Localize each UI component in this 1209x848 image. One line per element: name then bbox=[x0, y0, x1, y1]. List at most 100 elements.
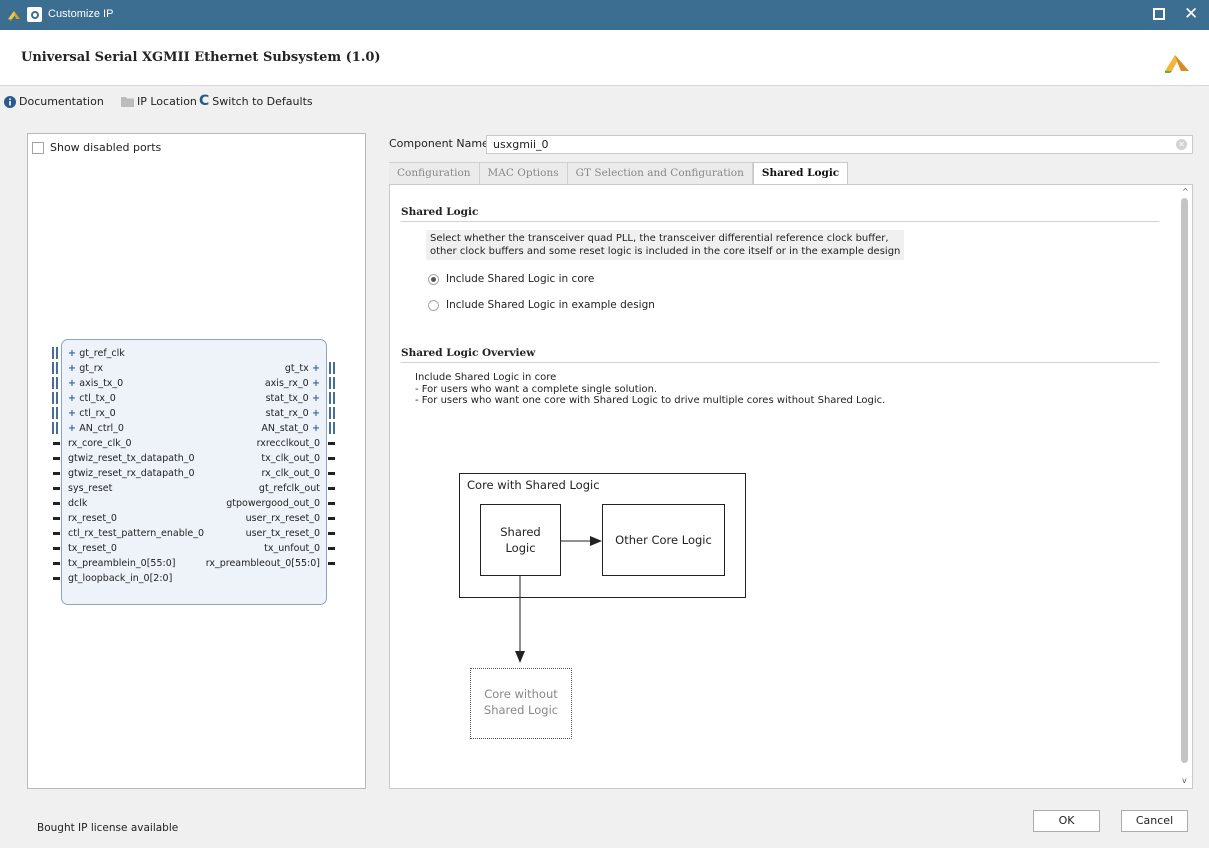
switch-defaults-label: Switch to Defaults bbox=[212, 95, 313, 108]
checkbox-box[interactable] bbox=[32, 141, 44, 154]
port-right[interactable]: rxrecclkout_0 bbox=[257, 438, 320, 450]
core-without-shared-logic-box: Core without Shared Logic bbox=[470, 668, 572, 739]
vivado-logo-icon bbox=[1165, 55, 1189, 73]
bus-pin bbox=[329, 422, 335, 434]
pin bbox=[53, 472, 60, 475]
bus-pin bbox=[329, 407, 335, 419]
port-left[interactable]: rx_core_clk_0 bbox=[68, 438, 132, 450]
bus-pin bbox=[52, 347, 58, 359]
dialog-header: Universal Serial XGMII Ethernet Subsyste… bbox=[0, 30, 1209, 86]
pin bbox=[53, 577, 60, 580]
port-left[interactable]: + axis_tx_0 bbox=[68, 378, 123, 390]
ip-location-label: IP Location bbox=[137, 95, 197, 108]
pin bbox=[53, 532, 60, 535]
tab-mac-options[interactable]: MAC Options bbox=[479, 162, 568, 184]
toolbar: Documentation IP Location C Switch to De… bbox=[0, 87, 1209, 117]
port-right[interactable]: gt_tx + bbox=[285, 363, 320, 375]
port-right[interactable]: tx_clk_out_0 bbox=[261, 453, 320, 465]
bus-pin bbox=[52, 422, 58, 434]
refresh-icon: C bbox=[199, 93, 210, 109]
port-left[interactable]: dclk bbox=[68, 498, 87, 510]
title-bar: Customize IP ✕ bbox=[0, 0, 1209, 30]
port-right[interactable]: gtpowergood_out_0 bbox=[226, 498, 320, 510]
tab-content: Shared Logic Select whether the transcei… bbox=[389, 184, 1193, 789]
port-left[interactable]: + gt_rx bbox=[68, 363, 103, 375]
port-left[interactable]: gtwiz_reset_rx_datapath_0 bbox=[68, 468, 195, 480]
pin bbox=[328, 532, 335, 535]
bus-pin bbox=[52, 362, 58, 374]
port-right[interactable]: axis_rx_0 + bbox=[265, 378, 320, 390]
pin bbox=[328, 517, 335, 520]
bus-pin bbox=[52, 392, 58, 404]
vivado-app-icon bbox=[8, 11, 20, 21]
port-right[interactable]: rx_clk_out_0 bbox=[262, 468, 321, 480]
maximize-icon[interactable] bbox=[1153, 8, 1165, 20]
port-left[interactable]: + ctl_rx_0 bbox=[68, 408, 116, 420]
bus-pin bbox=[329, 362, 335, 374]
pin bbox=[328, 487, 335, 490]
port-right[interactable]: tx_unfout_0 bbox=[264, 543, 320, 555]
ok-button[interactable]: OK bbox=[1033, 810, 1100, 832]
pin bbox=[328, 547, 335, 550]
port-left[interactable]: + gt_ref_clk bbox=[68, 348, 125, 360]
show-disabled-label: Show disabled ports bbox=[50, 141, 162, 154]
tab-configuration[interactable]: Configuration bbox=[389, 162, 480, 184]
pin bbox=[53, 457, 60, 460]
component-name-value: usxgmii_0 bbox=[493, 138, 549, 151]
ip-title: Universal Serial XGMII Ethernet Subsyste… bbox=[21, 50, 381, 65]
port-right[interactable]: user_rx_reset_0 bbox=[246, 513, 320, 525]
port-left[interactable]: tx_reset_0 bbox=[68, 543, 117, 555]
port-right[interactable]: rx_preambleout_0[55:0] bbox=[206, 558, 320, 570]
close-icon[interactable]: ✕ bbox=[1184, 4, 1198, 24]
cancel-button[interactable]: Cancel bbox=[1121, 810, 1188, 832]
port-left[interactable]: ctl_rx_test_pattern_enable_0 bbox=[68, 528, 204, 540]
component-name-label: Component Name bbox=[389, 137, 489, 150]
ip-symbol-block: + gt_ref_clk + gt_rx + axis_tx_0 + ctl_t… bbox=[61, 339, 327, 605]
license-status: Bought IP license available bbox=[37, 822, 179, 834]
folder-icon bbox=[121, 97, 134, 107]
show-disabled-ports-checkbox[interactable]: Show disabled ports bbox=[32, 141, 161, 154]
documentation-button[interactable]: Documentation bbox=[4, 95, 104, 108]
info-icon bbox=[4, 95, 16, 108]
port-left[interactable]: sys_reset bbox=[68, 483, 112, 495]
port-right[interactable]: gt_refclk_out bbox=[259, 483, 320, 495]
pin bbox=[328, 442, 335, 445]
component-name-input[interactable]: usxgmii_0 ✕ bbox=[486, 135, 1193, 154]
window-title: Customize IP bbox=[48, 8, 114, 20]
switch-defaults-button[interactable]: C Switch to Defaults bbox=[199, 93, 313, 109]
diagram-label: Core without Shared Logic bbox=[483, 687, 559, 717]
pin bbox=[328, 472, 335, 475]
port-left[interactable]: + AN_ctrl_0 bbox=[68, 423, 124, 435]
bus-pin bbox=[52, 377, 58, 389]
scrollbar-thumb[interactable] bbox=[1181, 198, 1188, 763]
documentation-label: Documentation bbox=[19, 95, 104, 108]
port-left[interactable]: + ctl_tx_0 bbox=[68, 393, 116, 405]
pin bbox=[53, 517, 60, 520]
scroll-up-icon[interactable]: ^ bbox=[1182, 187, 1189, 196]
bus-pin bbox=[329, 392, 335, 404]
pin bbox=[53, 562, 60, 565]
pin bbox=[328, 457, 335, 460]
clear-icon[interactable]: ✕ bbox=[1176, 139, 1187, 150]
pin bbox=[328, 502, 335, 505]
port-left[interactable]: gt_loopback_in_0[2:0] bbox=[68, 573, 172, 585]
port-left[interactable]: gtwiz_reset_tx_datapath_0 bbox=[68, 453, 195, 465]
tab-bar: Configuration MAC Options GT Selection a… bbox=[389, 162, 849, 184]
tab-shared-logic[interactable]: Shared Logic bbox=[752, 162, 849, 184]
port-right[interactable]: stat_rx_0 + bbox=[266, 408, 320, 420]
bus-pin bbox=[329, 377, 335, 389]
tab-gt-selection[interactable]: GT Selection and Configuration bbox=[567, 162, 753, 184]
content-scrollbar[interactable]: ^ v bbox=[1180, 187, 1191, 785]
ip-location-button[interactable]: IP Location bbox=[121, 95, 197, 108]
pin bbox=[53, 547, 60, 550]
bus-pin bbox=[52, 407, 58, 419]
port-right[interactable]: stat_tx_0 + bbox=[266, 393, 320, 405]
port-left[interactable]: rx_reset_0 bbox=[68, 513, 117, 525]
port-right[interactable]: user_tx_reset_0 bbox=[246, 528, 320, 540]
pin-icon[interactable] bbox=[27, 7, 42, 22]
pin bbox=[53, 502, 60, 505]
port-right[interactable]: AN_stat_0 + bbox=[261, 423, 320, 435]
pin bbox=[328, 562, 335, 565]
port-left[interactable]: tx_preamblein_0[55:0] bbox=[68, 558, 175, 570]
scroll-down-icon[interactable]: v bbox=[1182, 776, 1187, 785]
